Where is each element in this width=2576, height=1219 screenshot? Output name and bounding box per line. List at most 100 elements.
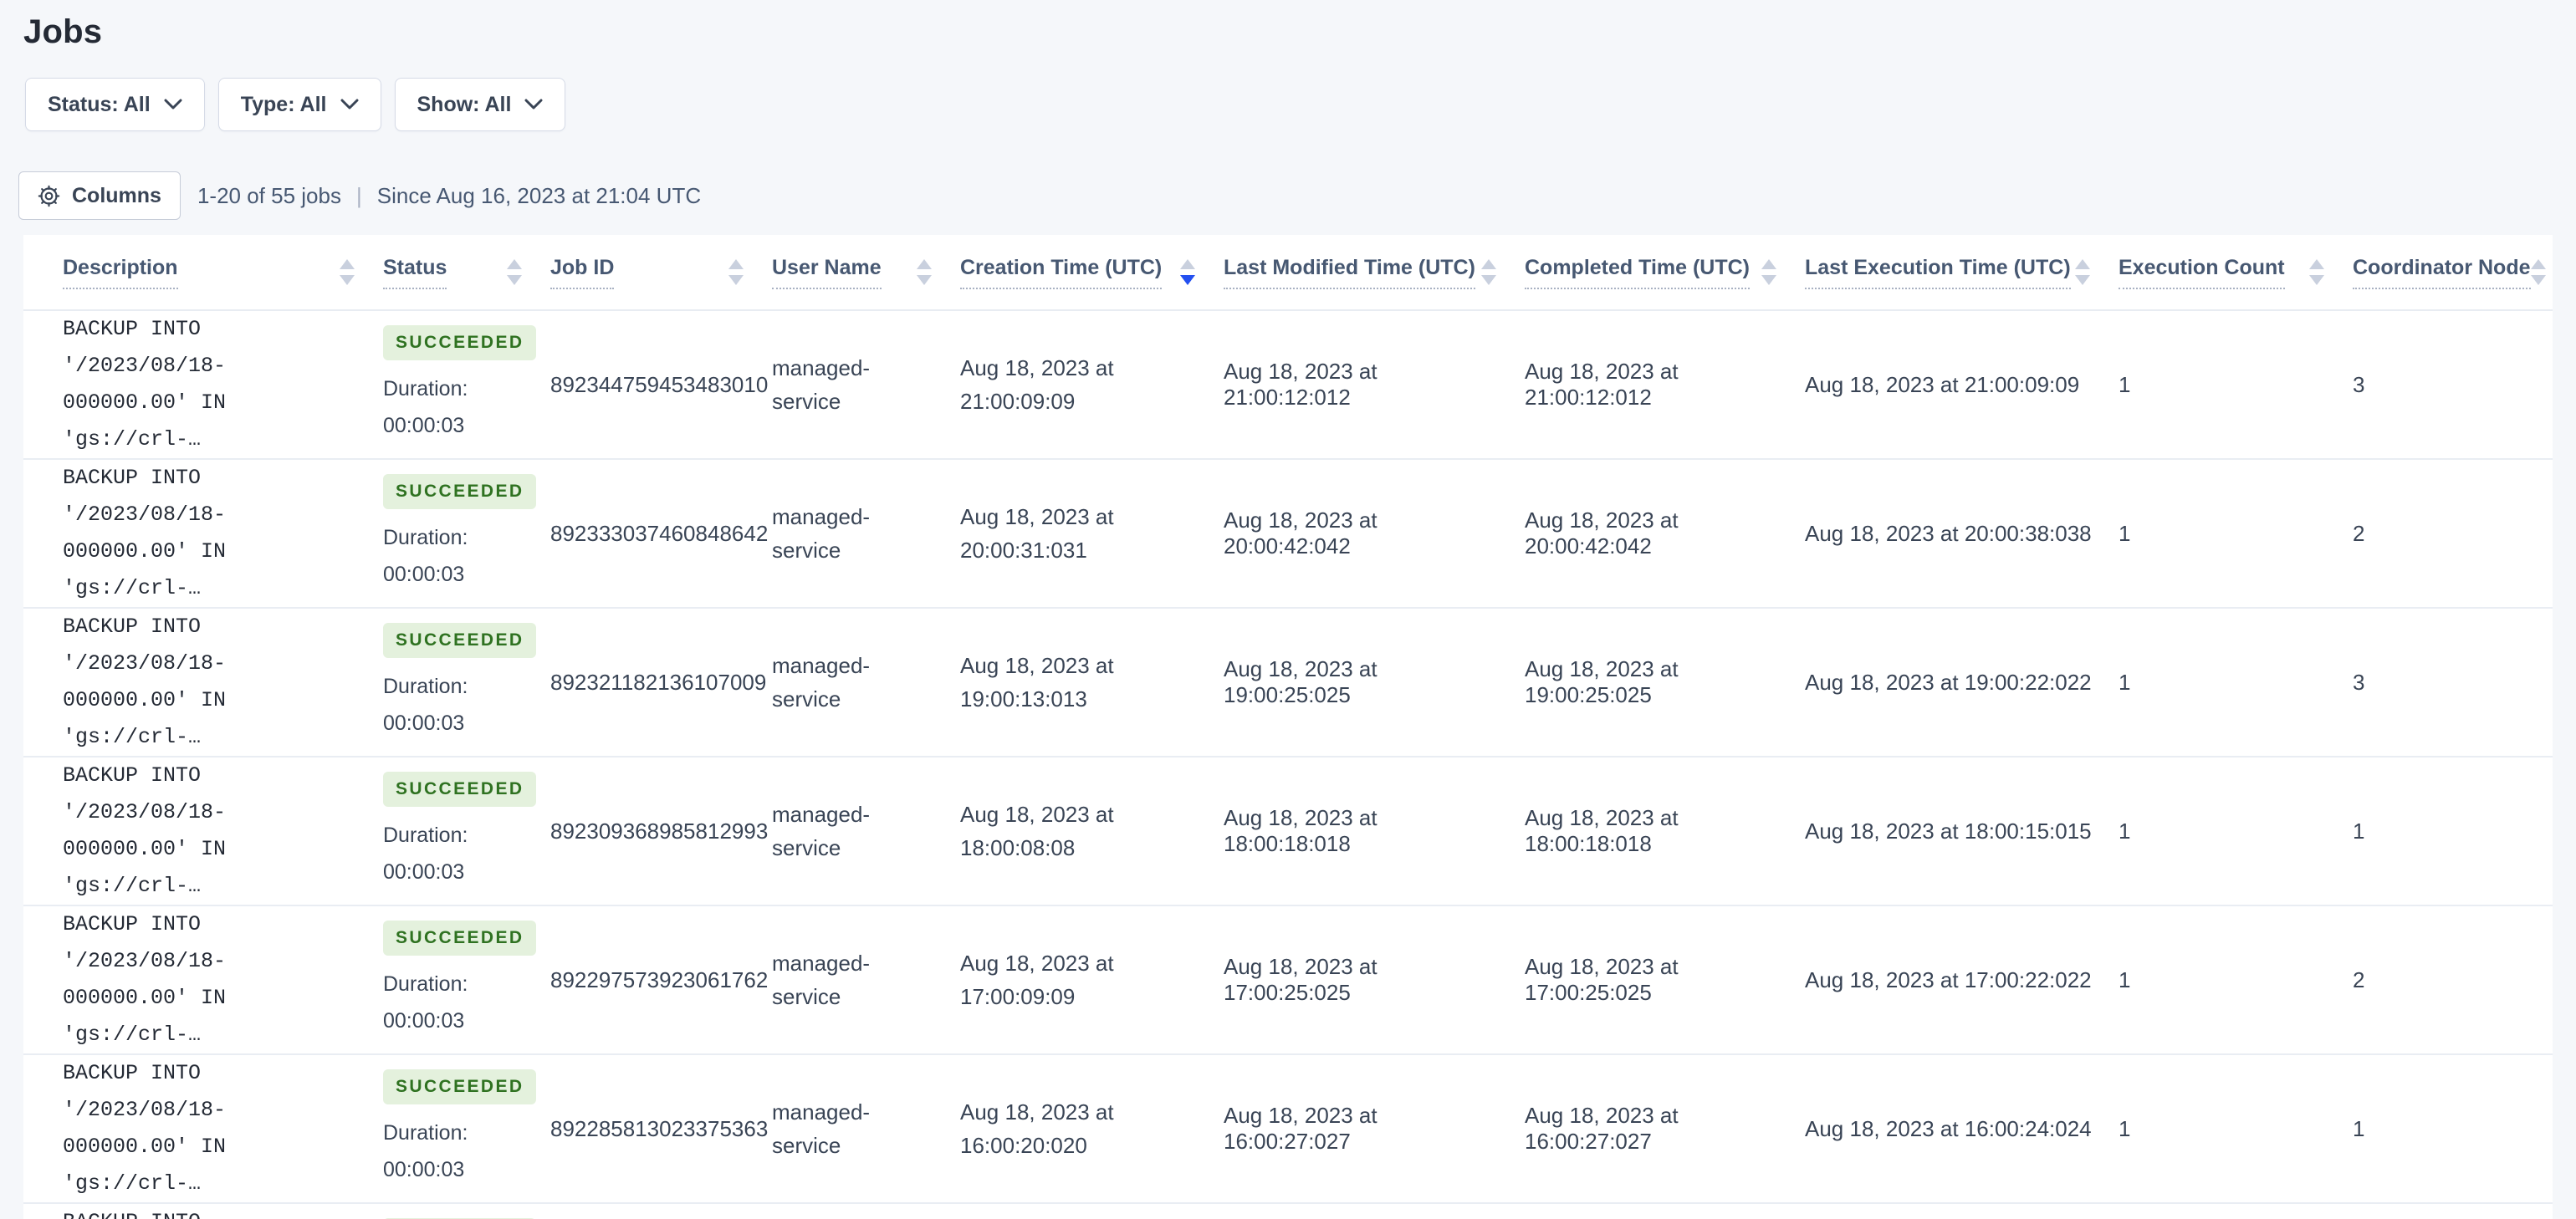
show-filter-dropdown[interactable]: Show: All — [394, 78, 566, 131]
status-filter-dropdown[interactable]: Status: All — [25, 78, 205, 131]
user-name-cell: managed- service — [772, 905, 960, 1055]
creation-time-cell: Aug 18, 2023 at 18:00:08:08 — [960, 757, 1224, 906]
column-header-creation-time[interactable]: Creation Time (UTC) — [960, 235, 1224, 311]
execution-count-cell: 1 — [2119, 310, 2353, 460]
description-cell: BACKUP INTO '/2023/08/18- 000000.00' IN … — [23, 310, 383, 460]
description-cell: BACKUP INTO '/2023/08/18- 000000.00' IN … — [23, 608, 383, 757]
job-id-cell: 892321182136107009 — [550, 608, 772, 757]
column-header-description[interactable]: Description — [23, 235, 383, 311]
sort-icon-active-desc — [1180, 259, 1195, 285]
job-id-cell: 892285813023375363 — [550, 1054, 772, 1204]
execution-count-cell: 1 — [2119, 1054, 2353, 1204]
coordinator-node-cell: 2 — [2353, 905, 2553, 1055]
coordinator-node-cell: 3 — [2353, 608, 2553, 757]
column-header-user-name[interactable]: User Name — [772, 235, 960, 311]
user-name-cell: managed- service — [772, 310, 960, 460]
duration-text: Duration: 00:00:03 — [383, 1121, 468, 1181]
type-filter-dropdown[interactable]: Type: All — [217, 78, 381, 131]
show-filter-label: Show: All — [417, 92, 512, 116]
description-cell: BACKUP INTO '/2023/08/18- 000000.00' IN … — [23, 1054, 383, 1204]
sort-icon — [340, 259, 355, 285]
status-badge: SUCCEEDED — [383, 1069, 537, 1104]
results-summary: 1-20 of 55 jobs | Since Aug 16, 2023 at … — [197, 183, 701, 209]
user-name-cell: managed- service — [772, 1054, 960, 1204]
completed-time-cell: Aug 18, 2023 at 16:00:27:027 — [1525, 1054, 1805, 1204]
status-badge: SUCCEEDED — [383, 623, 537, 658]
sort-icon — [507, 259, 522, 285]
status-cell: SUCCEEDED Duration: 00:00:03 — [383, 1203, 550, 1219]
sort-icon — [2075, 259, 2090, 285]
chevron-down-icon — [524, 99, 543, 110]
status-cell: SUCCEEDED Duration: 00:00:03 — [383, 310, 550, 460]
results-count: 1-20 of 55 jobs — [197, 182, 341, 208]
last-execution-time-cell: Aug 18, 2023 at 16:00:24:024 — [1805, 1054, 2119, 1204]
job-id-cell: 892344759453483010 — [550, 310, 772, 460]
columns-button-label: Columns — [72, 183, 161, 207]
sort-icon — [1481, 259, 1496, 285]
column-header-status[interactable]: Status — [383, 235, 550, 311]
sort-icon — [2530, 259, 2546, 285]
last-modified-time-cell: Aug 18, 2023 at 21:00:12:012 — [1224, 310, 1525, 460]
table-row: BACKUP INTO '/2023/08/18- 000000.00' IN … — [23, 1054, 2553, 1204]
last-modified-time-cell: Aug 18, 2023 at 20:00:42:042 — [1224, 459, 1525, 609]
job-id-cell: 892273953631109121 — [550, 1203, 772, 1219]
jobs-table-body: BACKUP INTO '/2023/08/18- 000000.00' IN … — [23, 310, 2553, 1219]
execution-count-cell: 1 — [2119, 459, 2353, 609]
column-header-completed-time[interactable]: Completed Time (UTC) — [1525, 235, 1805, 311]
last-execution-time-cell: Aug 18, 2023 at 19:00:22:022 — [1805, 608, 2119, 757]
column-header-last-modified-time[interactable]: Last Modified Time (UTC) — [1224, 235, 1525, 311]
execution-count-cell: 1 — [2119, 1203, 2353, 1219]
status-badge: SUCCEEDED — [383, 474, 537, 509]
coordinator-node-cell: 3 — [2353, 310, 2553, 460]
columns-button[interactable]: Columns — [18, 171, 181, 220]
completed-time-cell: Aug 18, 2023 at 15:00:08:08 — [1525, 1203, 1805, 1219]
description-cell: BACKUP INTO '/2023/08/18- 000000.00' IN … — [23, 1203, 383, 1219]
status-badge: SUCCEEDED — [383, 325, 537, 360]
user-name-cell: managed- service — [772, 1203, 960, 1219]
duration-text: Duration: 00:00:03 — [383, 824, 468, 884]
column-header-coordinator-node[interactable]: Coordinator Node — [2353, 235, 2553, 311]
creation-time-cell: Aug 18, 2023 at 17:00:09:09 — [960, 905, 1224, 1055]
column-header-last-execution-time[interactable]: Last Execution Time (UTC) — [1805, 235, 2119, 311]
coordinator-node-cell: 1 — [2353, 757, 2553, 906]
creation-time-cell: Aug 18, 2023 at 20:00:31:031 — [960, 459, 1224, 609]
status-cell: SUCCEEDED Duration: 00:00:03 — [383, 757, 550, 906]
table-row: BACKUP INTO '/2023/08/18- 000000.00' IN … — [23, 905, 2553, 1055]
creation-time-cell: Aug 18, 2023 at 16:00:20:020 — [960, 1054, 1224, 1204]
type-filter-label: Type: All — [240, 92, 327, 116]
status-cell: SUCCEEDED Duration: 00:00:03 — [383, 905, 550, 1055]
column-header-execution-count[interactable]: Execution Count — [2119, 235, 2353, 311]
sort-icon — [2309, 259, 2324, 285]
job-id-cell: 892333037460848642 — [550, 459, 772, 609]
toolbar-divider: | — [355, 182, 362, 208]
table-row: BACKUP INTO '/2023/08/18- 000000.00' IN … — [23, 459, 2553, 609]
jobs-table: Description Status Job ID User Name Crea… — [23, 235, 2553, 1219]
completed-time-cell: Aug 18, 2023 at 19:00:25:025 — [1525, 608, 1805, 757]
jobs-table-card: Description Status Job ID User Name Crea… — [23, 235, 2553, 1219]
status-badge: SUCCEEDED — [383, 921, 537, 956]
last-execution-time-cell: Aug 18, 2023 at 20:00:38:038 — [1805, 459, 2119, 609]
table-row: BACKUP INTO '/2023/08/18- 000000.00' IN … — [23, 1203, 2553, 1219]
creation-time-cell: Aug 18, 2023 at 21:00:09:09 — [960, 310, 1224, 460]
since-text: Since Aug 16, 2023 at 21:04 UTC — [376, 182, 702, 208]
job-id-cell: 892309368985812993 — [550, 757, 772, 906]
user-name-cell: managed- service — [772, 608, 960, 757]
duration-text: Duration: 00:00:03 — [383, 675, 468, 735]
column-header-job-id[interactable]: Job ID — [550, 235, 772, 311]
job-id-cell: 892297573923061762 — [550, 905, 772, 1055]
coordinator-node-cell: 2 — [2353, 459, 2553, 609]
sort-icon — [1761, 259, 1776, 285]
last-execution-time-cell: Aug 18, 2023 at 17:00:22:022 — [1805, 905, 2119, 1055]
table-row: BACKUP INTO '/2023/08/18- 000000.00' IN … — [23, 310, 2553, 460]
completed-time-cell: Aug 18, 2023 at 20:00:42:042 — [1525, 459, 1805, 609]
last-execution-time-cell: Aug 18, 2023 at 15:00:05:05 — [1805, 1203, 2119, 1219]
table-row: BACKUP INTO '/2023/08/18- 000000.00' IN … — [23, 608, 2553, 757]
execution-count-cell: 1 — [2119, 905, 2353, 1055]
status-badge: SUCCEEDED — [383, 772, 537, 807]
execution-count-cell: 1 — [2119, 608, 2353, 757]
last-modified-time-cell: Aug 18, 2023 at 19:00:25:025 — [1224, 608, 1525, 757]
sort-icon — [917, 259, 932, 285]
status-filter-label: Status: All — [48, 92, 151, 116]
coordinator-node-cell: 1 — [2353, 1054, 2553, 1204]
description-cell: BACKUP INTO '/2023/08/18- 000000.00' IN … — [23, 905, 383, 1055]
